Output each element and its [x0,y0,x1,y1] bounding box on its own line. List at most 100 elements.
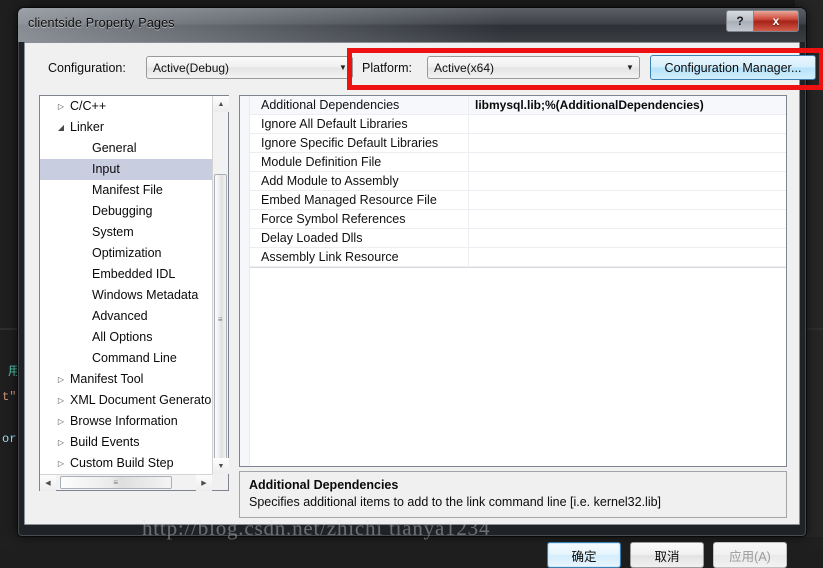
tree-item-label: All Options [40,327,212,348]
property-name: Module Definition File [250,153,469,172]
expander-collapsed-icon[interactable]: ▷ [52,390,70,411]
tree-node-list: ▷C/C++◢LinkerGeneralInputManifest FileDe… [40,96,212,474]
tree-vertical-scrollbar[interactable]: ▲ ≡ ▼ [212,96,228,474]
property-value[interactable] [469,172,786,191]
property-value[interactable] [469,248,786,267]
tree-item-manifest-file[interactable]: Manifest File [40,180,212,201]
expander-placeholder [40,306,58,327]
expander-expanded-icon[interactable]: ◢ [52,117,70,138]
description-title: Additional Dependencies [249,478,777,492]
tree-item-label: Debugging [40,201,212,222]
property-grid[interactable]: Additional Dependencieslibmysql.lib;%(Ad… [239,95,787,467]
property-row[interactable]: Add Module to Assembly [250,172,786,191]
property-row[interactable]: Additional Dependencieslibmysql.lib;%(Ad… [250,96,786,115]
platform-value: Active(x64) [428,61,621,75]
expander-collapsed-icon[interactable]: ▷ [52,369,70,390]
property-value[interactable] [469,210,786,229]
property-row[interactable]: Delay Loaded Dlls [250,229,786,248]
property-row[interactable]: Embed Managed Resource File [250,191,786,210]
window-title: clientside Property Pages [28,16,175,30]
property-value[interactable] [469,191,786,210]
property-name: Assembly Link Resource [250,248,469,267]
tree-item-label: Embedded IDL [40,264,212,285]
property-name: Ignore All Default Libraries [250,115,469,134]
expander-collapsed-icon[interactable]: ▷ [52,432,70,453]
property-row[interactable]: Module Definition File [250,153,786,172]
property-name: Delay Loaded Dlls [250,229,469,248]
tree-item-label: System [40,222,212,243]
tree-item-windows-metadata[interactable]: Windows Metadata [40,285,212,306]
scroll-up-arrow-icon[interactable]: ▲ [213,96,229,112]
property-value[interactable] [469,134,786,153]
tree-item-label: Command Line [40,348,212,369]
property-pages-dialog: clientside Property Pages ? x Configurat… [18,8,806,536]
tree-item-xml-document-generator[interactable]: ▷XML Document Generator [40,390,212,411]
tree-horizontal-scroll-thumb[interactable]: ≡ [60,476,172,489]
description-panel: Additional Dependencies Specifies additi… [239,471,787,518]
scroll-right-arrow-icon[interactable]: ▶ [196,475,212,491]
property-grid-gutter [240,96,250,466]
tree-item-all-options[interactable]: All Options [40,327,212,348]
chevron-down-icon: ▼ [621,63,639,72]
expander-collapsed-icon[interactable]: ▷ [52,411,70,432]
tree-item-linker[interactable]: ◢Linker [40,117,212,138]
property-row[interactable]: Ignore Specific Default Libraries [250,134,786,153]
tree-item-label: Optimization [40,243,212,264]
expander-placeholder [40,201,58,222]
expander-placeholder [40,159,58,180]
tree-item-system[interactable]: System [40,222,212,243]
tree-scroll-viewport: ▷C/C++◢LinkerGeneralInputManifest FileDe… [40,96,212,474]
property-name: Add Module to Assembly [250,172,469,191]
configuration-dropdown[interactable]: Active(Debug) ▼ [146,56,353,79]
tree-item-command-line[interactable]: Command Line [40,348,212,369]
property-grid-divider [250,267,786,268]
configuration-label: Configuration: [48,61,126,75]
tree-item-debugging[interactable]: Debugging [40,201,212,222]
tree-item-label: Input [40,159,212,180]
property-row[interactable]: Assembly Link Resource [250,248,786,267]
description-text: Specifies additional items to add to the… [249,495,777,509]
expander-placeholder [40,327,58,348]
tree-item-embedded-idl[interactable]: Embedded IDL [40,264,212,285]
expander-placeholder [40,243,58,264]
tree-item-advanced[interactable]: Advanced [40,306,212,327]
close-icon[interactable]: x [754,11,798,31]
dialog-title-bar[interactable]: clientside Property Pages ? x [18,8,806,42]
tree-item-browse-information[interactable]: ▷Browse Information [40,411,212,432]
tree-item-manifest-tool[interactable]: ▷Manifest Tool [40,369,212,390]
scroll-left-arrow-icon[interactable]: ◀ [40,475,56,491]
property-row[interactable]: Ignore All Default Libraries [250,115,786,134]
help-icon[interactable]: ? [727,11,754,31]
tree-item-input[interactable]: Input [40,159,212,180]
tree-item-c-c[interactable]: ▷C/C++ [40,96,212,117]
property-name: Additional Dependencies [250,96,469,115]
expander-collapsed-icon[interactable]: ▷ [52,453,70,474]
tree-item-optimization[interactable]: Optimization [40,243,212,264]
tree-horizontal-scrollbar[interactable]: ◀ ≡ ▶ [40,474,212,490]
tree-item-custom-build-step[interactable]: ▷Custom Build Step [40,453,212,474]
property-row-list: Additional Dependencieslibmysql.lib;%(Ad… [250,96,786,267]
configuration-manager-button[interactable]: Configuration Manager... [650,55,816,80]
cancel-button[interactable]: 取消 [630,542,704,568]
tree-item-general[interactable]: General [40,138,212,159]
expander-collapsed-icon[interactable]: ▷ [52,96,70,117]
property-value[interactable]: libmysql.lib;%(AdditionalDependencies) [469,96,786,115]
property-row[interactable]: Force Symbol References [250,210,786,229]
platform-dropdown[interactable]: Active(x64) ▼ [427,56,640,79]
property-value[interactable] [469,115,786,134]
scroll-down-arrow-icon[interactable]: ▼ [213,458,229,474]
tree-item-label: Advanced [40,306,212,327]
expander-placeholder [40,348,58,369]
property-name: Force Symbol References [250,210,469,229]
settings-tree[interactable]: ▷C/C++◢LinkerGeneralInputManifest FileDe… [39,95,229,491]
property-value[interactable] [469,153,786,172]
tree-item-label: Manifest File [40,180,212,201]
platform-label: Platform: [362,61,412,75]
tree-vertical-scroll-thumb[interactable]: ≡ [214,174,227,464]
apply-button: 应用(A) [713,542,787,568]
property-name: Embed Managed Resource File [250,191,469,210]
tree-item-label: Windows Metadata [40,285,212,306]
ok-button[interactable]: 确定 [547,542,621,568]
property-value[interactable] [469,229,786,248]
tree-item-build-events[interactable]: ▷Build Events [40,432,212,453]
